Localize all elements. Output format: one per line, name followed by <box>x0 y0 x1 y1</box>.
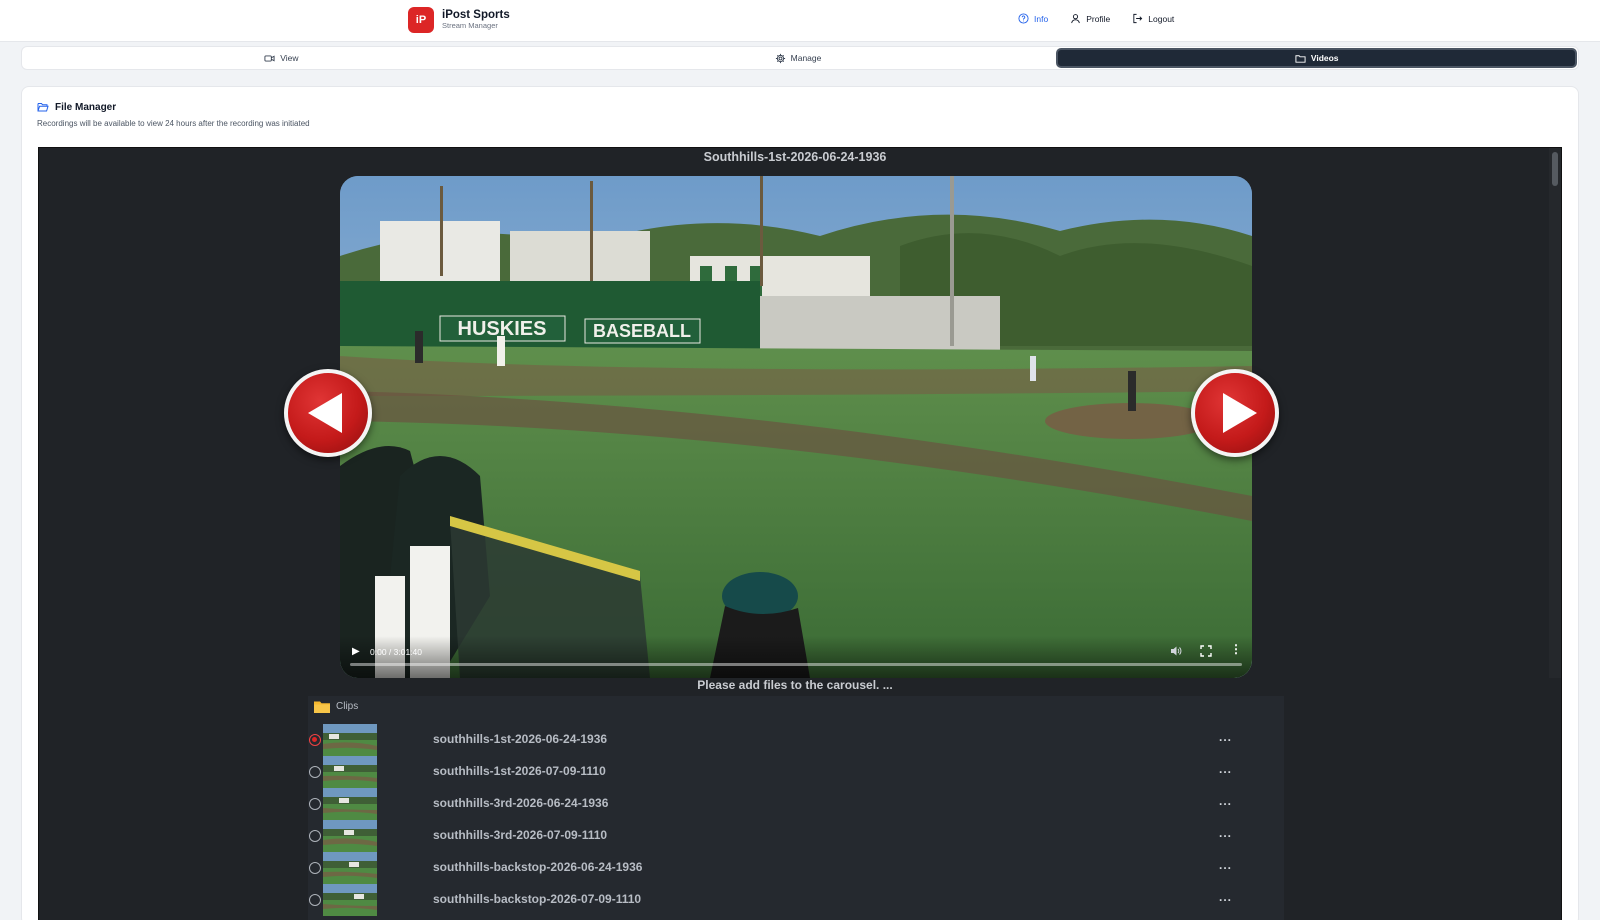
clip-thumbnail[interactable] <box>323 788 377 820</box>
file-manager-card: File Manager Recordings will be availabl… <box>21 86 1579 920</box>
clip-radio[interactable] <box>309 766 321 778</box>
video-camera-icon <box>264 54 275 62</box>
clip-radio[interactable] <box>309 734 321 746</box>
video-player[interactable]: HUSKIES BASEBALL ▶ 0:00 / 3:01:40 ⋮ <box>340 176 1252 678</box>
clips-panel: Clips southhills-1st-2026-06-24-1936... s… <box>308 696 1284 920</box>
tab-view-label: View <box>280 53 299 63</box>
clip-menu-button[interactable]: ... <box>1219 858 1232 872</box>
video-panel: Southhills-1st-2026-06-24-1936 HUSKIES B… <box>38 147 1562 920</box>
arrow-right-icon <box>1223 393 1257 433</box>
tab-videos-label: Videos <box>1310 53 1339 63</box>
top-nav: Info Profile Logout <box>1018 13 1174 24</box>
video-frame: HUSKIES BASEBALL <box>340 176 1252 678</box>
clip-thumbnail[interactable] <box>323 884 377 916</box>
user-icon <box>1071 14 1080 24</box>
nav-logout-label: Logout <box>1148 13 1175 24</box>
clip-radio[interactable] <box>309 862 321 874</box>
clip-thumbnail[interactable] <box>323 724 377 756</box>
clip-thumbnail[interactable] <box>323 852 377 884</box>
tab-manage-label: Manage <box>790 53 822 63</box>
top-bar: iP iPost Sports Stream Manager Info Prof… <box>0 0 1600 42</box>
nav-info-link[interactable]: Info <box>1018 13 1048 24</box>
nav-profile-label: Profile <box>1086 13 1111 24</box>
file-manager-header: File Manager <box>37 101 116 113</box>
clip-row[interactable]: southhills-backstop-2026-06-24-1936... <box>308 852 1284 884</box>
clip-row[interactable]: southhills-backstop-2026-07-09-1110... <box>308 884 1284 916</box>
nav-info-label: Info <box>1034 13 1049 24</box>
clip-name[interactable]: southhills-3rd-2026-06-24-1936 <box>433 796 608 810</box>
folder-open-icon <box>37 103 49 112</box>
clips-header: Clips <box>314 700 358 713</box>
clip-radio[interactable] <box>309 830 321 842</box>
next-video-button[interactable] <box>1191 369 1279 457</box>
clip-menu-button[interactable]: ... <box>1219 826 1232 840</box>
folder-icon <box>314 701 330 713</box>
clip-radio[interactable] <box>309 894 321 906</box>
video-title: Southhills-1st-2026-06-24-1936 <box>703 150 887 164</box>
clip-radio[interactable] <box>309 798 321 810</box>
clip-name[interactable]: southhills-3rd-2026-07-09-1110 <box>433 828 607 842</box>
app-logo: iP <box>408 7 434 33</box>
clip-menu-button[interactable]: ... <box>1219 794 1232 808</box>
scrollbar-thumb[interactable] <box>1552 152 1558 186</box>
carousel-message: Please add files to the carousel. ... <box>697 678 893 692</box>
clip-name[interactable]: southhills-1st-2026-06-24-1936 <box>433 732 607 746</box>
progress-bar[interactable] <box>350 663 1242 666</box>
previous-video-button[interactable] <box>284 369 372 457</box>
clip-thumbnail[interactable] <box>323 756 377 788</box>
logout-icon <box>1133 13 1143 24</box>
gear-icon <box>775 53 785 63</box>
clip-row[interactable]: southhills-3rd-2026-06-24-1936... <box>308 788 1284 820</box>
clip-name[interactable]: southhills-backstop-2026-06-24-1936 <box>433 860 642 874</box>
clip-name[interactable]: southhills-backstop-2026-07-09-1110 <box>433 892 641 906</box>
nav-logout-link[interactable]: Logout <box>1132 13 1174 24</box>
file-manager-title: File Manager <box>55 101 117 113</box>
clip-menu-button[interactable]: ... <box>1219 762 1232 776</box>
arrow-left-icon <box>308 393 342 433</box>
video-time: 0:00 / 3:01:40 <box>370 647 422 657</box>
tab-videos[interactable]: Videos <box>1056 48 1578 68</box>
volume-icon[interactable] <box>1170 645 1182 657</box>
clip-name[interactable]: southhills-1st-2026-07-09-1110 <box>433 764 606 778</box>
clips-title: Clips <box>336 701 359 712</box>
info-circle-icon <box>1018 13 1029 24</box>
clip-row[interactable]: southhills-1st-2026-07-09-1110... <box>308 756 1284 788</box>
folder-icon <box>1295 54 1306 63</box>
main-tabs: View Manage Videos <box>21 46 1579 70</box>
clip-thumbnail[interactable] <box>323 820 377 852</box>
svg-text:BASEBALL: BASEBALL <box>593 321 691 341</box>
app-subtitle: Stream Manager <box>442 21 498 31</box>
file-manager-subtitle: Recordings will be available to view 24 … <box>37 119 310 128</box>
video-panel-scrollbar[interactable] <box>1549 148 1561 678</box>
tab-view[interactable]: View <box>23 48 540 68</box>
play-button[interactable]: ▶ <box>352 646 360 657</box>
clip-row[interactable]: southhills-1st-2026-06-24-1936... <box>308 724 1284 756</box>
nav-profile-link[interactable]: Profile <box>1070 13 1110 24</box>
clip-menu-button[interactable]: ... <box>1219 890 1232 904</box>
clip-menu-button[interactable]: ... <box>1219 730 1232 744</box>
more-options-icon[interactable]: ⋮ <box>1230 643 1242 655</box>
fullscreen-icon[interactable] <box>1200 645 1212 657</box>
tab-manage[interactable]: Manage <box>540 48 1057 68</box>
video-controls: ▶ 0:00 / 3:01:40 ⋮ <box>340 636 1252 678</box>
clip-row[interactable]: southhills-3rd-2026-07-09-1110... <box>308 820 1284 852</box>
brand[interactable]: iP iPost Sports Stream Manager <box>408 7 510 33</box>
